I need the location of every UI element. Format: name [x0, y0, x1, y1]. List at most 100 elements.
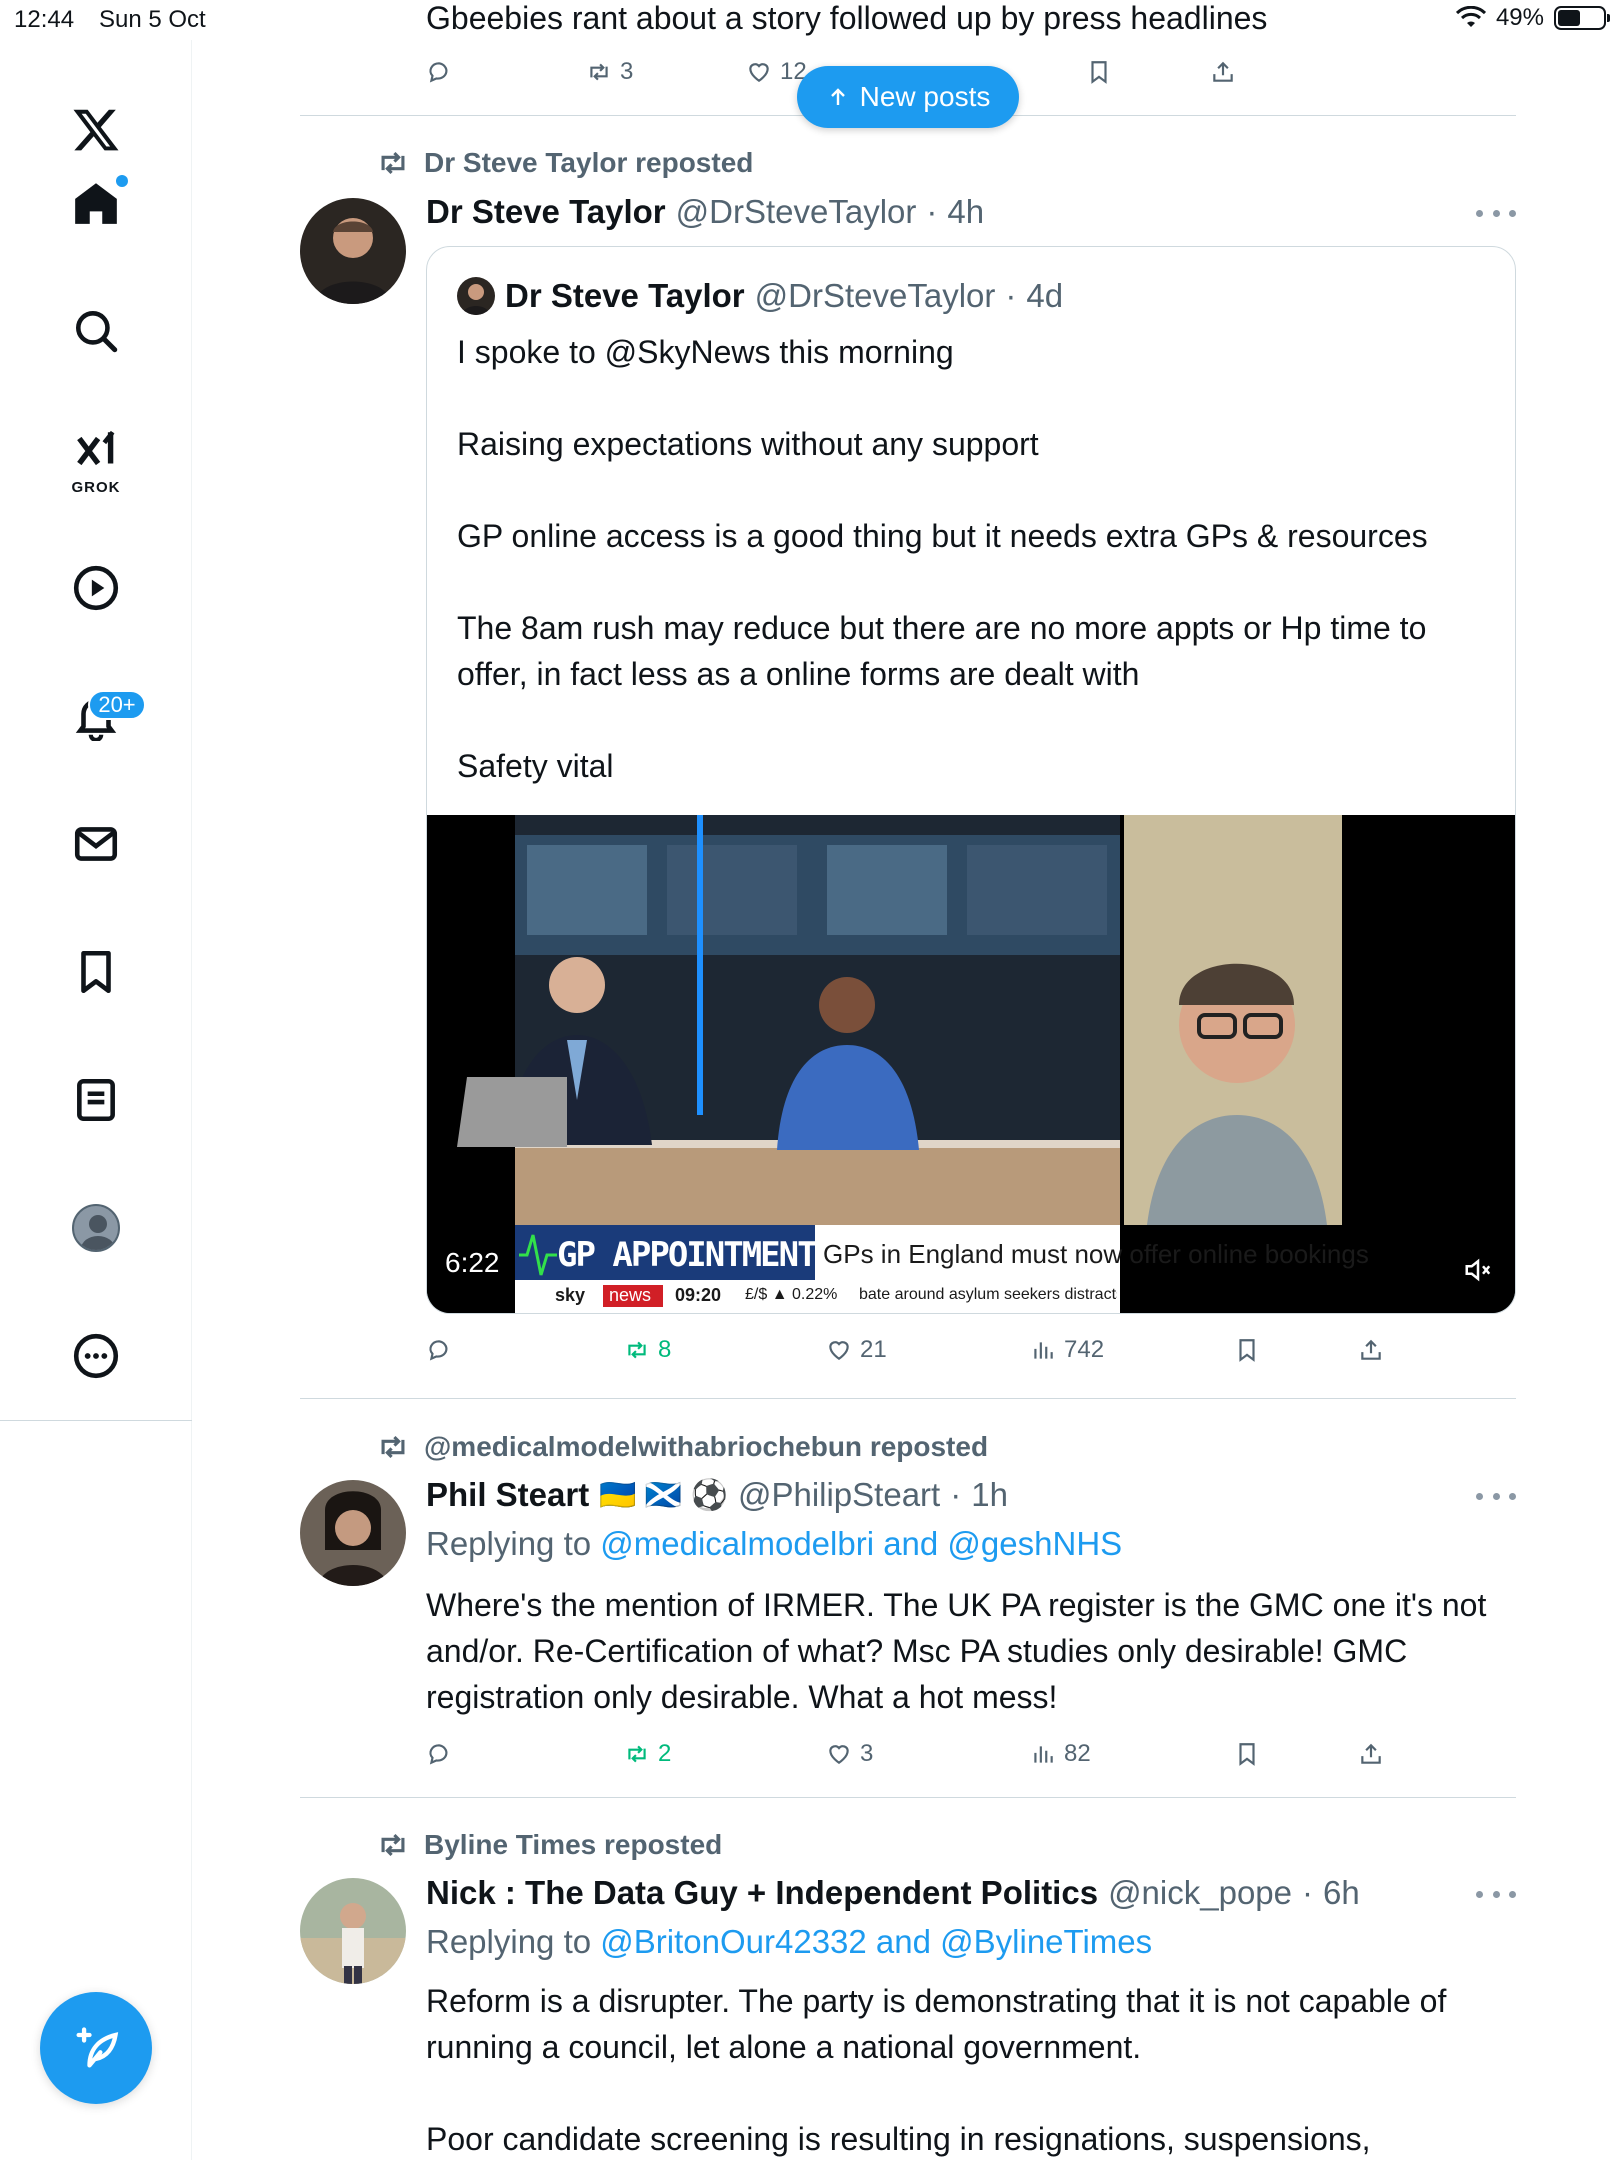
battery-icon	[1554, 6, 1610, 30]
quoted-post[interactable]: Dr Steve Taylor @DrSteveTaylor · 4d I sp…	[426, 246, 1516, 1314]
like-button[interactable]: 21	[826, 1330, 887, 1370]
quote-text: I spoke to @SkyNews this morning Raising…	[457, 334, 1428, 784]
replying-prefix: Replying to	[426, 1525, 601, 1562]
post-text: Reform is a disrupter. The party is demo…	[426, 1983, 1447, 2157]
replying-to-link[interactable]: @medicalmodelbri and @geshNHS	[600, 1525, 1122, 1562]
author-name[interactable]: Phil Steart	[426, 1476, 589, 1514]
post-actions: 2 3 82	[426, 1734, 1386, 1774]
new-posts-button[interactable]: New posts	[797, 66, 1019, 128]
post-time[interactable]: 4h	[947, 193, 984, 231]
repost-count: 8	[658, 1336, 672, 1363]
replying-to: Replying to @BritonOur42332 and @BylineT…	[426, 1923, 1152, 1961]
bookmarks-icon[interactable]	[56, 932, 136, 1012]
mute-icon[interactable]	[1463, 1255, 1493, 1285]
avatar[interactable]	[300, 1480, 406, 1586]
quote-avatar	[457, 277, 495, 315]
author-handle[interactable]: @PhilipSteart	[738, 1476, 940, 1514]
repost-indicator[interactable]: Dr Steve Taylor reposted	[376, 146, 753, 180]
post-time[interactable]: 1h	[971, 1476, 1008, 1514]
author-name[interactable]: Dr Steve Taylor	[426, 193, 666, 231]
home-icon[interactable]	[56, 163, 136, 243]
profile-avatar-icon[interactable]	[56, 1188, 136, 1268]
quote-author: Dr Steve Taylor @DrSteveTaylor · 4d	[457, 277, 1063, 315]
video-player[interactable]: GP APPOINTMENTS GPs in England must now …	[427, 815, 1515, 1313]
prev-share-button[interactable]	[1210, 52, 1236, 92]
share-button[interactable]	[1358, 1734, 1384, 1774]
like-count: 3	[860, 1740, 874, 1767]
ticker-time: 09:20	[675, 1285, 722, 1305]
search-icon[interactable]	[56, 291, 136, 371]
status-right: 49%	[1455, 4, 1610, 32]
repost-icon	[381, 1833, 405, 1857]
repost-icon	[628, 1745, 646, 1763]
compose-post-button[interactable]	[40, 1992, 152, 2104]
grok-icon[interactable]: GROK	[56, 420, 136, 500]
prev-like-button[interactable]: 12	[746, 52, 807, 92]
arrow-up-icon	[830, 88, 845, 105]
repost-count: 2	[658, 1740, 672, 1767]
ticker-brand: sky	[555, 1285, 586, 1305]
bookmark-button[interactable]	[1234, 1734, 1260, 1774]
quote-time: 4d	[1026, 277, 1064, 314]
heart-icon	[829, 1341, 849, 1360]
grok-label: GROK	[71, 479, 121, 496]
views-button[interactable]: 742	[1030, 1330, 1104, 1370]
ticker-text: bate around asylum seekers distracts fro…	[859, 1286, 1117, 1303]
new-posts-label: New posts	[859, 81, 991, 112]
bookmark-button[interactable]	[1234, 1330, 1260, 1370]
author-handle[interactable]: @nick_pope	[1108, 1874, 1292, 1912]
bookmark-icon	[1239, 1339, 1255, 1362]
sidebar: GROK 20+	[0, 40, 192, 2160]
views-chart-icon	[1034, 1342, 1053, 1359]
x-logo-icon[interactable]	[56, 90, 136, 170]
author-handle[interactable]: @DrSteveTaylor	[676, 193, 917, 231]
messages-envelope-icon[interactable]	[56, 804, 136, 884]
video-banner-subtitle: GPs in England must now offer online boo…	[823, 1239, 1369, 1269]
share-icon	[1361, 1339, 1381, 1360]
post-more-button[interactable]	[1476, 1486, 1516, 1506]
views-chart-icon	[1034, 1746, 1053, 1763]
ticker-fx: £/$ ▲ 0.22%	[745, 1286, 838, 1303]
share-button[interactable]	[1358, 1330, 1384, 1370]
repost-button[interactable]: 8	[624, 1330, 671, 1370]
author-name[interactable]: Nick : The Data Guy + Independent Politi…	[426, 1874, 1098, 1912]
views-count: 742	[1064, 1336, 1105, 1363]
lists-icon[interactable]	[56, 1060, 136, 1140]
post-author: Nick : The Data Guy + Independent Politi…	[426, 1874, 1360, 1912]
like-button[interactable]: 3	[826, 1734, 873, 1774]
repost-icon	[590, 63, 608, 81]
post-more-button[interactable]	[1476, 203, 1516, 223]
repost-button[interactable]: 2	[624, 1734, 671, 1774]
author-flags: 🇺🇦 🏴󠁧󠁢󠁳󠁣󠁴󠁿 ⚽	[599, 1478, 728, 1512]
repost-indicator[interactable]: @medicalmodelwithabriochebun reposted	[376, 1430, 988, 1464]
notifications-bell-icon[interactable]: 20+	[56, 676, 146, 756]
reply-icon	[429, 1744, 448, 1765]
avatar[interactable]	[300, 1878, 406, 1984]
views-button[interactable]: 82	[1030, 1734, 1091, 1774]
avatar[interactable]	[300, 198, 406, 304]
repost-icon	[628, 1341, 646, 1359]
post-divider	[300, 1797, 1516, 1798]
prev-post-text: Gbeebies rant about a story followed up …	[426, 0, 1268, 36]
video-play-icon[interactable]	[56, 548, 136, 628]
sidebar-divider	[0, 1420, 192, 1421]
notifications-badge: 20+	[88, 690, 146, 720]
prev-repost-button[interactable]: 3	[586, 52, 633, 92]
more-options-icon[interactable]	[56, 1316, 136, 1396]
post-author: Dr Steve Taylor @DrSteveTaylor · 4h	[426, 193, 985, 231]
share-icon	[1213, 61, 1233, 82]
replying-prefix: Replying to	[426, 1923, 601, 1960]
reply-button[interactable]	[426, 1330, 452, 1370]
repost-by-label: Dr Steve Taylor reposted	[424, 147, 754, 178]
post-divider	[300, 1398, 1516, 1399]
replying-to-link[interactable]: @BritonOur42332 and @BylineTimes	[600, 1923, 1152, 1960]
post-time[interactable]: 6h	[1323, 1874, 1360, 1912]
reply-button[interactable]	[426, 1734, 452, 1774]
repost-indicator[interactable]: Byline Times reposted	[376, 1828, 722, 1862]
prev-bookmark-button[interactable]	[1086, 52, 1112, 92]
prev-reply-button[interactable]	[426, 52, 452, 92]
heart-icon	[829, 1745, 849, 1764]
replying-to: Replying to @medicalmodelbri and @geshNH…	[426, 1525, 1122, 1563]
post-more-button[interactable]	[1476, 1884, 1516, 1904]
bookmark-icon	[1091, 61, 1107, 84]
